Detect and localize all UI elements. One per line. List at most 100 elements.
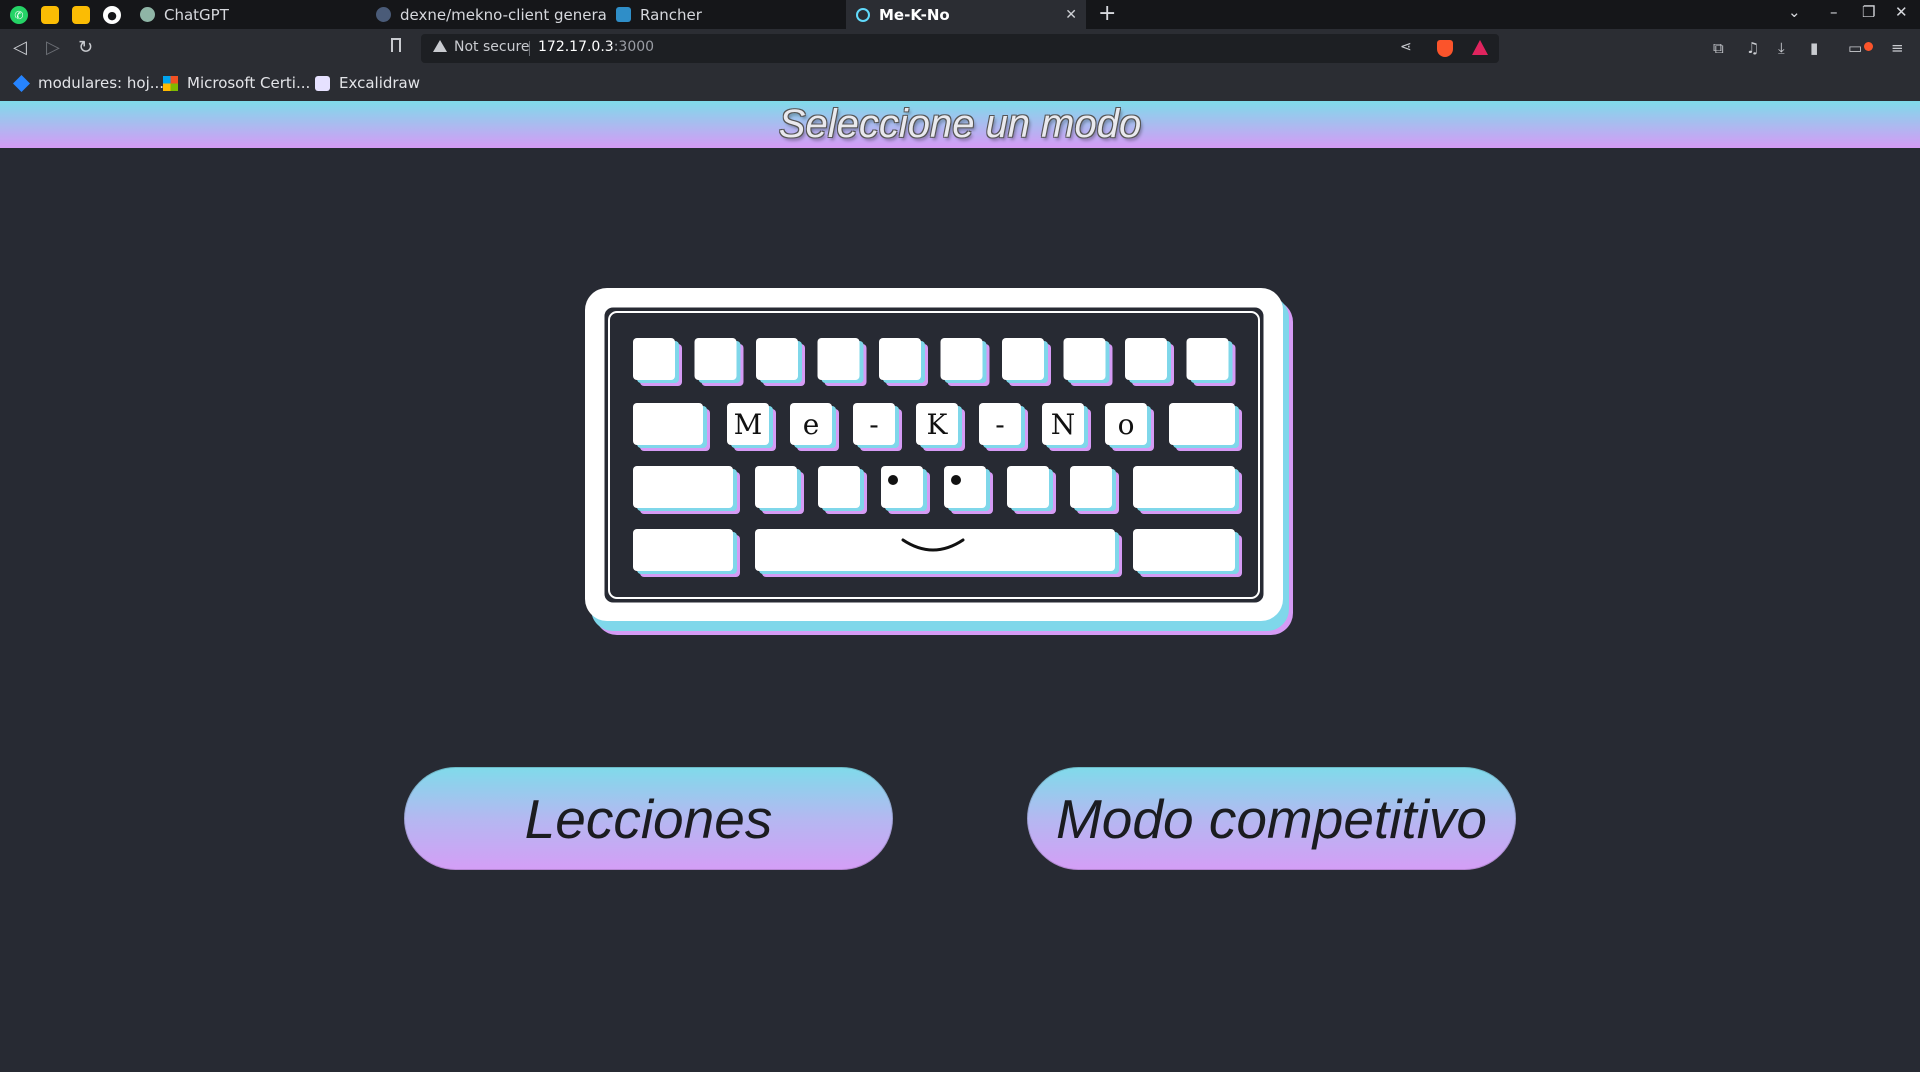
tab-chatgpt[interactable]: ChatGPT — [130, 0, 366, 29]
letter-key: e — [790, 403, 839, 451]
keyboard-key — [1063, 338, 1113, 386]
url-text[interactable]: 172.17.0.3:3000 — [538, 39, 654, 55]
key-letter: N — [1051, 408, 1076, 441]
brave-rewards-icon[interactable] — [1472, 40, 1488, 55]
keyboard-key — [940, 338, 990, 386]
letter-key: - — [853, 403, 902, 451]
keyboard-key — [1125, 338, 1174, 386]
security-label[interactable]: Not secure — [454, 39, 530, 55]
keyboard-key — [879, 338, 928, 386]
keyboard-key — [1133, 466, 1242, 514]
tab-title: Me-K-No — [879, 5, 950, 24]
chatgpt-icon — [140, 7, 155, 22]
page-title: Seleccione un modo — [778, 102, 1142, 146]
close-tab-icon[interactable]: ✕ — [1065, 7, 1077, 23]
reload-icon[interactable]: ↻ — [78, 37, 93, 58]
photos-icon[interactable] — [72, 6, 90, 24]
bookmarks-bar: modulares: hoj... Microsoft Certi... Exc… — [0, 68, 1920, 101]
key-letter: M — [734, 408, 763, 441]
letter-key: M — [727, 403, 776, 451]
letter-key: o — [1105, 403, 1154, 451]
keyboard-key — [755, 466, 804, 514]
keyboard-key — [1169, 403, 1242, 451]
header-banner: Seleccione un modo — [0, 101, 1920, 148]
forward-icon[interactable]: ▷ — [46, 37, 60, 58]
key-letter: - — [995, 408, 1004, 441]
keyboard-key — [1186, 338, 1236, 386]
bookmark-excalidraw[interactable]: Excalidraw — [315, 74, 420, 92]
chat-icon — [376, 7, 391, 22]
bookmark-label: Excalidraw — [339, 74, 421, 92]
back-icon[interactable]: ◁ — [13, 37, 27, 58]
keyboard-key — [817, 338, 867, 386]
menu-icon[interactable]: ≡ — [1891, 39, 1904, 57]
letter-key: K — [916, 403, 965, 451]
letter-key: N — [1042, 403, 1091, 451]
tab-title: ChatGPT — [164, 5, 229, 24]
whatsapp-icon[interactable]: ✆ — [10, 6, 28, 24]
keyboard-key — [633, 466, 740, 514]
tab-dexne[interactable]: dexne/mekno-client general | — [366, 0, 606, 29]
keyboard-key — [818, 466, 867, 514]
key-letter: K — [927, 408, 949, 441]
eye-dot — [888, 475, 898, 485]
url-port: :3000 — [613, 39, 655, 55]
keep-notes-icon[interactable] — [41, 6, 59, 24]
notification-badge — [1864, 42, 1873, 51]
keyboard-key — [1133, 529, 1242, 577]
key-letter: - — [869, 408, 878, 441]
tab-title: Rancher — [640, 5, 702, 24]
eye-key — [881, 466, 930, 514]
lessons-button[interactable]: Lecciones — [404, 767, 893, 870]
keyboard-key — [633, 529, 740, 577]
bookmark-microsoft[interactable]: Microsoft Certi... — [163, 74, 310, 92]
spacebar-key — [755, 529, 1122, 577]
tab-rancher[interactable]: Rancher — [606, 0, 846, 29]
keyboard-logo: Me - K - No — [585, 288, 1293, 635]
bookmark-modulares[interactable]: modulares: hoj... — [13, 74, 165, 92]
bookmark-label: modulares: hoj... — [38, 74, 165, 92]
close-window-icon[interactable]: ✕ — [1895, 3, 1908, 21]
competitive-label: Modo competitivo — [1055, 787, 1488, 850]
keyboard-key — [694, 338, 744, 386]
key-letter: e — [803, 408, 820, 441]
jira-icon — [13, 74, 30, 92]
lessons-label: Lecciones — [524, 787, 773, 850]
sidebar-icon[interactable]: ▮ — [1810, 39, 1818, 57]
keyboard-key — [1007, 466, 1056, 514]
warning-icon — [433, 40, 447, 52]
bookmark-label: Microsoft Certi... — [187, 74, 311, 92]
keyboard-key — [633, 403, 710, 451]
tab-strip: ✆ ● ChatGPT dexne/mekno-client general |… — [0, 0, 1920, 29]
eye-dot — [951, 475, 961, 485]
github-icon[interactable]: ● — [103, 6, 121, 24]
brave-shields-icon[interactable] — [1437, 40, 1453, 57]
download-icon[interactable]: ⤓ — [1778, 39, 1785, 57]
rancher-icon — [616, 7, 631, 22]
tab-title: dexne/mekno-client general | — [400, 5, 606, 24]
wallet-icon[interactable]: ▭ — [1848, 39, 1862, 57]
tab-me-k-no[interactable]: Me-K-No ✕ — [846, 0, 1086, 29]
keyboard-key — [633, 338, 682, 386]
url-divider — [529, 41, 530, 56]
url-host: 172.17.0.3 — [538, 39, 614, 55]
share-icon[interactable]: ⋖ — [1400, 39, 1412, 55]
media-icon[interactable]: ♫ — [1746, 39, 1759, 57]
tab-search-chevron-icon[interactable]: ⌄ — [1788, 3, 1801, 21]
eye-key — [944, 466, 993, 514]
keyboard-key — [1070, 466, 1119, 514]
keyboard-key — [756, 338, 805, 386]
address-bar[interactable]: Not secure 172.17.0.3:3000 ⋖ — [421, 34, 1499, 63]
new-tab-button[interactable]: + — [1098, 1, 1116, 26]
react-icon — [856, 7, 870, 22]
extensions-icon[interactable]: ⧉ — [1713, 39, 1724, 57]
excalidraw-icon — [315, 75, 330, 91]
keyboard-key — [1002, 338, 1051, 386]
letter-key: - — [979, 403, 1028, 451]
competitive-mode-button[interactable]: Modo competitivo — [1027, 767, 1516, 870]
key-letter: o — [1118, 408, 1135, 441]
microsoft-icon — [163, 75, 178, 91]
bookmark-page-icon[interactable] — [391, 38, 401, 52]
minimize-icon[interactable]: – — [1830, 3, 1838, 21]
restore-icon[interactable]: ❐ — [1862, 3, 1875, 21]
